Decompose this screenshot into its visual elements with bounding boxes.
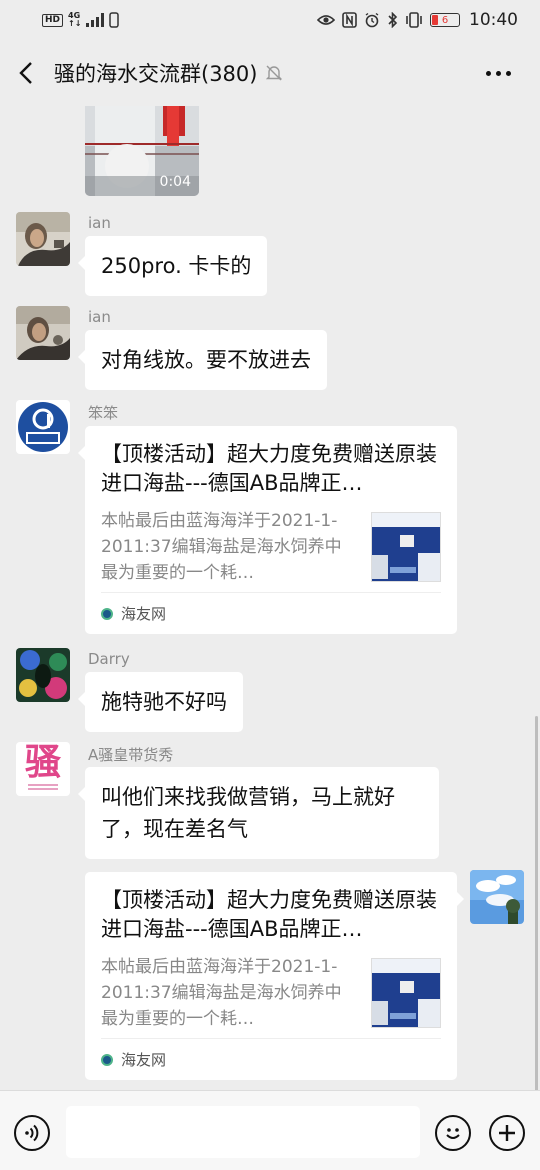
message-input[interactable] [66, 1106, 420, 1158]
link-card-title: 【顶楼活动】超大力度免费赠送原装进口海盐---德国AB品牌正… [101, 442, 437, 495]
link-card-source-name: 海友网 [121, 1051, 167, 1069]
link-card-source: 海友网 [101, 1038, 441, 1080]
link-card-body: 本帖最后由蓝海海洋于2021-1-2011:37编辑海盐是海水饲养中最为重要的一… [101, 954, 441, 1032]
battery-icon: 6 [430, 13, 460, 27]
text-message[interactable]: 250pro. 卡卡的 [77, 236, 268, 296]
back-arrow-icon [19, 62, 32, 84]
plus-icon [499, 1125, 515, 1141]
avatar-saohuang[interactable]: 骚 [16, 742, 70, 796]
status-left: HD 4G ↑↓ [42, 12, 120, 28]
avatar-darry[interactable] [16, 648, 70, 702]
status-bar: HD 4G ↑↓ 6 10:40 [0, 0, 540, 40]
nfc-icon [342, 12, 357, 28]
link-card-source-name: 海友网 [121, 605, 167, 623]
video-message[interactable]: 0:04 [85, 106, 199, 196]
link-card-thumbnail [371, 512, 441, 582]
more-options-button[interactable] [478, 53, 518, 93]
dot [485, 70, 491, 76]
title-bar: 骚的海水交流群(380) [0, 40, 540, 106]
emoji-icon [446, 1128, 460, 1139]
link-card-description: 本帖最后由蓝海海洋于2021-1-2011:37编辑海盐是海水饲养中最为重要的一… [101, 957, 342, 1029]
emoji-button[interactable] [435, 1115, 471, 1151]
phone-icon [109, 12, 120, 28]
network-arrows: ↑↓ [68, 19, 82, 28]
battery-level: 6 [441, 14, 449, 26]
link-card-title: 【顶楼活动】超大力度免费赠送原装进口海盐---德国AB品牌正… [101, 888, 437, 941]
input-bar [0, 1090, 540, 1170]
avatar-me[interactable] [470, 870, 524, 924]
video-duration: 0:04 [159, 174, 191, 190]
bluetooth-icon [388, 12, 398, 28]
sender-name: ian [88, 214, 111, 232]
link-card-message[interactable]: 【顶楼活动】超大力度免费赠送原装进口海盐---德国AB品牌正… 本帖最后由蓝海海… [85, 872, 464, 1080]
avatar-logo-text: 骚 [24, 742, 61, 783]
vibrate-icon [406, 12, 422, 28]
sender-name: A骚皇带货秀 [88, 746, 174, 764]
chat-title: 骚的海水交流群(380) [54, 62, 258, 86]
dot [505, 70, 511, 76]
signal-icon [86, 13, 105, 27]
alarm-icon [365, 12, 379, 28]
text-message[interactable]: 对角线放。要不放进去 [78, 330, 327, 390]
eye-icon [317, 15, 335, 25]
text-message[interactable]: 叫他们来找我做营销，马上就好了，现在差名气 [78, 767, 439, 859]
network-type: 4G ↑↓ [68, 12, 81, 28]
sender-name: Darry [88, 650, 130, 668]
scrollbar[interactable] [535, 716, 538, 1096]
haiyou-logo-icon [101, 1053, 113, 1066]
haiyou-logo-icon [101, 607, 113, 620]
link-card-thumbnail [371, 958, 441, 1028]
voice-icon [25, 1124, 39, 1142]
sender-name: ian [88, 308, 111, 326]
back-button[interactable] [0, 40, 52, 106]
plus-button[interactable] [489, 1115, 525, 1151]
link-card-description: 本帖最后由蓝海海洋于2021-1-2011:37编辑海盐是海水饲养中最为重要的一… [101, 511, 342, 583]
message-list[interactable]: 0:04 ian 250pro. 卡卡的 ian 对角线放。要不放进去 笨笨 【… [0, 106, 540, 1090]
avatar-ian[interactable] [16, 212, 70, 266]
hd-badge: HD [42, 13, 64, 27]
status-right: 6 10:40 [317, 10, 518, 30]
clock: 10:40 [469, 10, 518, 30]
sender-name: 笨笨 [88, 404, 119, 422]
link-card-body: 本帖最后由蓝海海洋于2021-1-2011:37编辑海盐是海水饲养中最为重要的一… [101, 508, 441, 586]
avatar-fine-print [28, 784, 58, 786]
link-card-message[interactable]: 【顶楼活动】超大力度免费赠送原装进口海盐---德国AB品牌正… 本帖最后由蓝海海… [78, 426, 457, 634]
avatar-fine-print [28, 788, 58, 790]
avatar-ian[interactable] [16, 306, 70, 360]
avatar-benben[interactable] [16, 400, 70, 454]
dot [495, 70, 501, 76]
mute-bell-icon [266, 65, 283, 81]
voice-button[interactable] [14, 1115, 50, 1151]
link-card-source: 海友网 [101, 592, 441, 634]
text-message[interactable]: 施特驰不好吗 [78, 672, 243, 732]
